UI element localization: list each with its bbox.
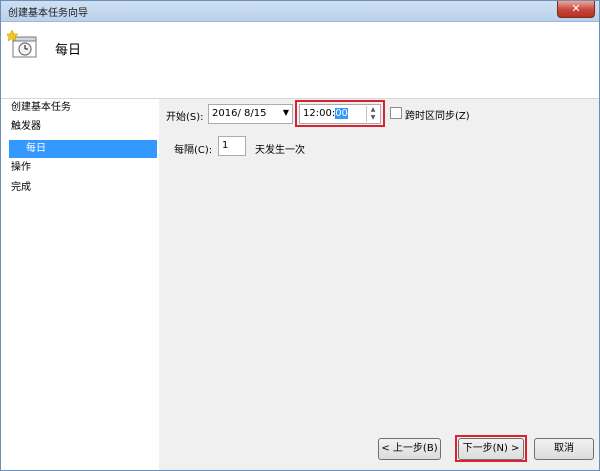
time-hours-minutes: 12:00: <box>303 108 336 119</box>
sync-timezones-label: 跨时区同步(Z) <box>405 111 470 122</box>
wizard-step-list: 创建基本任务 触发器 每日 操作 完成 <box>1 99 159 470</box>
close-button[interactable]: ✕ <box>557 1 595 18</box>
interval-input[interactable]: 1 <box>218 136 246 156</box>
step-label: 触发器 <box>11 121 41 132</box>
window-title: 创建基本任务向导 <box>8 8 88 19</box>
interval-value: 1 <box>222 140 229 151</box>
interval-unit-label: 天发生一次 <box>255 145 305 156</box>
cancel-button[interactable]: 取消 <box>534 438 594 460</box>
wizard-header: 每日 <box>1 22 599 99</box>
title-bar: 创建基本任务向导 ✕ <box>1 1 599 22</box>
back-button[interactable]: < 上一步(B) <box>378 438 441 460</box>
interval-label: 每隔(C): <box>174 145 213 156</box>
start-time-field[interactable]: 12:00:00 ▲ ▼ <box>299 104 381 124</box>
task-clock-icon <box>7 30 37 58</box>
dropdown-arrow-icon[interactable]: ▼ <box>283 108 289 117</box>
start-date-picker[interactable]: 2016/ 8/15 ▼ <box>208 104 293 124</box>
start-date-value: 2016/ 8/15 <box>212 108 267 119</box>
page-title: 每日 <box>55 43 82 58</box>
schedule-panel: 开始(S): 2016/ 8/15 ▼ 12:00:00 ▲ ▼ 跨时区同步(Z… <box>159 99 599 470</box>
step-label: 操作 <box>11 162 31 173</box>
start-time-value: 12:00:00 <box>303 108 348 119</box>
step-label: 每日 <box>26 143 46 154</box>
step-item-finish[interactable]: 完成 <box>11 179 31 197</box>
step-item-daily[interactable]: 每日 <box>9 140 157 158</box>
step-item-action[interactable]: 操作 <box>11 159 31 177</box>
sync-timezones-checkbox[interactable] <box>390 107 402 119</box>
step-label: 创建基本任务 <box>11 102 71 113</box>
time-spinner[interactable]: ▲ ▼ <box>366 106 379 122</box>
step-label: 完成 <box>11 182 31 193</box>
next-button[interactable]: 下一步(N) > <box>458 438 524 460</box>
spin-up-icon[interactable]: ▲ <box>367 106 379 114</box>
start-label: 开始(S): <box>166 112 204 123</box>
step-item-create-basic-task[interactable]: 创建基本任务 <box>11 99 71 117</box>
spin-down-icon[interactable]: ▼ <box>367 114 379 122</box>
step-item-trigger[interactable]: 触发器 <box>11 118 41 136</box>
wizard-window: 创建基本任务向导 ✕ 每日 创建基本任务 触发器 每日 操作 完成 开始(S):… <box>0 0 600 471</box>
time-seconds-selected: 00 <box>335 108 348 119</box>
